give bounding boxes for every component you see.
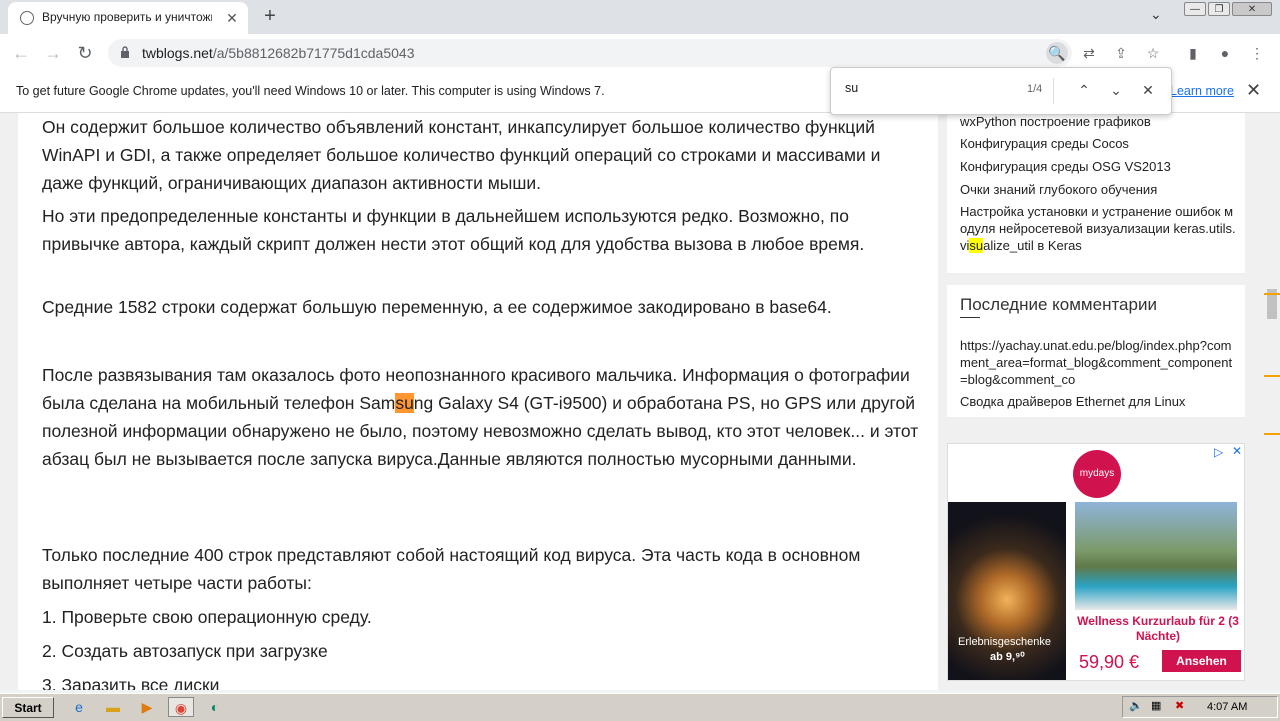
article-paragraph: Только последние 400 строк представляют … — [42, 545, 861, 593]
learn-more-link[interactable]: Learn more — [1170, 84, 1234, 98]
media-player-icon[interactable]: ▶ — [136, 697, 158, 717]
ad-image-dome[interactable]: Erlebnisgeschenke ab 9,⁹⁰ — [948, 502, 1066, 680]
start-button[interactable]: Start — [2, 697, 54, 718]
ad-price: 59,90 € — [1079, 652, 1140, 672]
alert-icon[interactable]: ✖ — [1175, 699, 1184, 712]
find-result-marker — [1264, 375, 1280, 377]
address-bar[interactable]: twblogs.net/a/5b8812682b71775d1cda5043 🔍 — [108, 39, 1072, 67]
list-item: 2. Создать автозапуск при загрузке — [42, 641, 328, 661]
comment-link[interactable]: Сводка драйверов Ethernet для Linux — [960, 393, 1236, 410]
infobar-close-icon[interactable]: ✕ — [1246, 80, 1261, 101]
chrome-taskbar-icon[interactable]: ◉ — [168, 697, 194, 717]
tab-title: Вручную проверить и уничтожить — [42, 10, 212, 24]
ad-brand-logo[interactable]: mydays — [1073, 450, 1121, 498]
back-button[interactable]: ← — [8, 40, 34, 66]
link-text: alize_util в Keras — [983, 238, 1082, 253]
url-text: twblogs.net/a/5b8812682b71775d1cda5043 — [142, 45, 414, 61]
title-underline — [960, 317, 980, 318]
article-paragraph: Средние 1582 строки содержат большую пер… — [42, 297, 832, 317]
find-result-marker — [1264, 433, 1280, 435]
vertical-scrollbar[interactable] — [1264, 113, 1280, 690]
internet-explorer-icon[interactable]: e — [68, 697, 90, 717]
url-path: /a/5b8812682b71775d1cda5043 — [212, 45, 415, 61]
ad-image-hotel[interactable] — [1075, 502, 1237, 610]
article-paragraph: Но эти предопределенные константы и функ… — [42, 206, 865, 254]
network-icon[interactable]: ▦ — [1151, 699, 1161, 712]
tab-strip: Вручную проверить и уничтожить ✕ + ⌄ — ❐… — [0, 0, 1280, 34]
windows-taskbar: Start e ▬ ▶ ◉ ◐ 🔈 ▦ ✖ 4:07 AM — [0, 693, 1280, 721]
clock[interactable]: 4:07 AM — [1207, 701, 1247, 713]
forward-button[interactable]: → — [40, 40, 66, 66]
article-paragraph: Он содержит большое количество объявлени… — [42, 117, 881, 193]
related-post-link[interactable]: Конфигурация среды Cocos — [960, 135, 1236, 152]
new-tab-button[interactable]: + — [258, 4, 282, 28]
find-result-marker — [1264, 293, 1280, 295]
find-input[interactable]: su — [845, 81, 858, 95]
widget-title: Последние комментарии — [960, 295, 1157, 314]
reload-button[interactable]: ↻ — [72, 40, 98, 66]
ad-image-price: ab 9,⁹⁰ — [990, 651, 1025, 663]
close-window-button[interactable]: ✕ — [1232, 2, 1272, 16]
side-panel-icon[interactable]: ▮ — [1182, 42, 1204, 64]
article-body: Он содержит большое количество объявлени… — [18, 113, 938, 690]
related-posts-widget: wxPython построение графиков Конфигураци… — [947, 113, 1245, 273]
profile-avatar-icon[interactable]: ● — [1214, 42, 1236, 64]
article-paragraph: После развязывания там оказалось фото не… — [42, 361, 922, 473]
page-favicon-icon — [20, 11, 34, 25]
bookmark-star-icon[interactable]: ☆ — [1142, 42, 1164, 64]
find-bar: su 1/4 ⌃ ⌄ ✕ — [830, 67, 1172, 115]
ad-image-caption: Erlebnisgeschenke — [958, 636, 1051, 648]
volume-icon[interactable]: 🔈 — [1129, 699, 1143, 712]
infobar-message: To get future Google Chrome updates, you… — [16, 84, 605, 98]
url-host: twblogs.net — [142, 45, 213, 61]
related-post-link[interactable]: Конфигурация среды OSG VS2013 — [960, 158, 1236, 175]
minimize-button[interactable]: — — [1184, 2, 1206, 16]
edge-icon[interactable]: ◐ — [204, 697, 226, 717]
find-close-button[interactable]: ✕ — [1137, 79, 1159, 101]
related-post-link[interactable]: Настройка установки и устранение ошибок … — [960, 203, 1236, 254]
find-next-button[interactable]: ⌄ — [1105, 79, 1127, 101]
advertisement[interactable]: mydays ▷ ✕ Erlebnisgeschenke ab 9,⁹⁰ Wel… — [947, 443, 1245, 681]
comment-link[interactable]: https://yachay.unat.edu.pe/blog/index.ph… — [960, 337, 1236, 388]
system-tray: 🔈 ▦ ✖ 4:07 AM — [1122, 696, 1278, 718]
find-current-match: su — [395, 393, 414, 413]
ad-cta-button[interactable]: Ansehen — [1162, 650, 1241, 672]
related-post-link[interactable]: wxPython построение графиков — [960, 113, 1236, 130]
find-divider — [1053, 78, 1054, 104]
maximize-button[interactable]: ❐ — [1208, 2, 1230, 16]
recent-comments-widget: Последние комментарии https://yachay.una… — [947, 285, 1245, 417]
share-icon[interactable]: ⇪ — [1110, 42, 1132, 64]
list-item: 3. Заразить все диски — [42, 675, 220, 690]
related-post-link[interactable]: Очки знаний глубокого обучения — [960, 181, 1236, 198]
find-previous-button[interactable]: ⌃ — [1073, 79, 1095, 101]
ad-close-icon[interactable]: ✕ — [1232, 444, 1242, 458]
adchoices-icon[interactable]: ▷ — [1214, 445, 1223, 459]
tab-close-icon[interactable]: ✕ — [222, 8, 242, 28]
page-content: Он содержит большое количество объявлени… — [0, 113, 1264, 690]
lock-icon[interactable] — [120, 46, 130, 58]
file-explorer-icon[interactable]: ▬ — [102, 697, 124, 717]
find-match-count: 1/4 — [1027, 83, 1043, 95]
list-item: 1. Проверьте свою операционную среду. — [42, 607, 372, 627]
translate-icon[interactable]: ⇄ — [1078, 42, 1100, 64]
chrome-menu-icon[interactable]: ⋮ — [1246, 42, 1268, 64]
find-match: su — [969, 238, 984, 253]
tab-search-icon[interactable]: ⌄ — [1150, 6, 1162, 23]
find-in-page-icon[interactable]: 🔍 — [1046, 42, 1068, 64]
ad-title[interactable]: Wellness Kurzurlaub für 2 (3 Nächte) — [1072, 614, 1244, 644]
browser-tab[interactable]: Вручную проверить и уничтожить ✕ — [8, 2, 248, 34]
